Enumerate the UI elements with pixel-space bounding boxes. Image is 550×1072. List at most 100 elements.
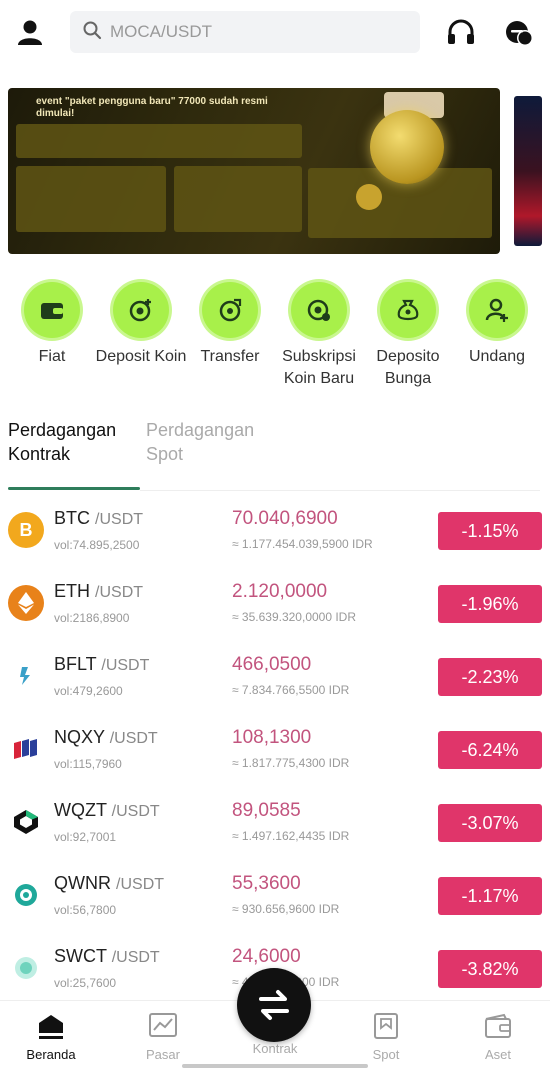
quick-action-label: Transfer [200, 348, 260, 365]
market-row-bflt[interactable]: BFLT /USDT vol:479,2600 466,0500 ≈ 7.834… [0, 648, 550, 720]
swap-icon [259, 990, 289, 1020]
banner-panel [16, 166, 166, 232]
nqxy-icon [8, 731, 44, 767]
transfer-icon [202, 282, 258, 338]
gold-coin-icon [370, 110, 444, 184]
market-row-nqxy[interactable]: NQXY /USDT vol:115,7960 108,1300 ≈ 1.817… [0, 721, 550, 793]
market-row-eth[interactable]: ETH /USDT vol:2186,8900 2.120,0000 ≈ 35.… [0, 575, 550, 647]
nav-label: Aset [484, 1047, 511, 1062]
headset-icon[interactable] [440, 12, 482, 54]
home-indicator [182, 1064, 368, 1068]
volume: vol:74.895,2500 [54, 538, 140, 552]
market-tabs: Perdagangan Kontrak Perdagangan Spot [8, 418, 538, 492]
home-icon [39, 1015, 63, 1039]
pair-name: SWCT /USDT [54, 946, 160, 966]
active-tab-indicator [8, 487, 140, 490]
nav-aset[interactable]: Aset [453, 1011, 543, 1062]
market-row-btc[interactable]: B BTC /USDT vol:74.895,2500 70.040,6900 … [0, 502, 550, 574]
change-badge[interactable]: -2.23% [438, 658, 542, 696]
coin-deposit-icon [113, 282, 169, 338]
last-price: 55,3600 [232, 873, 301, 894]
change-badge[interactable]: -1.15% [438, 512, 542, 550]
search-bar[interactable] [70, 11, 420, 53]
pair-name: NQXY /USDT [54, 727, 158, 747]
spot-icon [374, 1013, 398, 1039]
wallet-icon [24, 282, 80, 338]
quick-action-label: Deposito Bunga [376, 348, 440, 387]
idr-price: ≈ 930.656,9600 IDR [232, 902, 340, 916]
volume: vol:2186,8900 [54, 611, 130, 625]
volume: vol:92,7001 [54, 830, 117, 844]
banner-title: event "paket pengguna baru" 77000 sudah … [36, 96, 268, 119]
banner-panel [16, 124, 302, 158]
market-row-qwnr[interactable]: QWNR /USDT vol:56,7800 55,3600 ≈ 930.656… [0, 867, 550, 939]
idr-price: ≈ 35.639.320,0000 IDR [232, 610, 357, 624]
nav-label: Spot [372, 1047, 400, 1062]
last-price: 2.120,0000 [232, 581, 328, 602]
nav-beranda[interactable]: Beranda [6, 1011, 96, 1062]
wallet-icon [485, 1013, 511, 1038]
change-badge[interactable]: -3.82% [438, 950, 542, 988]
market-row-wqzt[interactable]: WQZT /USDT vol:92,7001 89,0585 ≈ 1.497.1… [0, 794, 550, 866]
next-banner-preview[interactable] [514, 96, 542, 246]
pair-name: BFLT /USDT [54, 654, 150, 674]
pair-name: ETH /USDT [54, 581, 144, 601]
nav-label: Beranda [26, 1047, 76, 1062]
quick-action-undang[interactable]: Undang [449, 282, 545, 368]
nav-label: Pasar [146, 1047, 180, 1062]
search-input[interactable] [110, 22, 390, 42]
swct-icon [8, 950, 44, 986]
tab-perdagangan-kontrak[interactable]: Perdagangan Kontrak [8, 418, 144, 466]
change-badge[interactable]: -1.17% [438, 877, 542, 915]
btc-icon: B [8, 512, 44, 548]
quick-action-deposito-bunga[interactable]: Deposito Bunga [360, 282, 456, 390]
pair-name: WQZT /USDT [54, 800, 160, 820]
quick-action-subskripsi[interactable]: Subskripsi Koin Baru [271, 282, 367, 390]
last-price: 24,6000 [232, 946, 301, 967]
coin-icon [356, 184, 382, 210]
last-price: 70.040,6900 [232, 508, 338, 529]
volume: vol:56,7800 [54, 903, 117, 917]
idr-price: ≈ 1.177.454.039,5900 IDR [232, 537, 373, 551]
eth-icon [8, 585, 44, 621]
quick-action-transfer[interactable]: Transfer [182, 282, 278, 368]
change-badge[interactable]: -1.96% [438, 585, 542, 623]
last-price: 108,1300 [232, 727, 312, 748]
pair-name: QWNR /USDT [54, 873, 165, 893]
money-bag-icon [380, 282, 436, 338]
tab-perdagangan-spot[interactable]: Perdagangan Spot [146, 418, 282, 466]
nav-label: Kontrak [252, 1041, 298, 1056]
volume: vol:479,2600 [54, 684, 123, 698]
quick-action-fiat[interactable]: Fiat [4, 282, 100, 368]
search-icon [82, 20, 102, 45]
quick-action-deposit-koin[interactable]: Deposit Koin [93, 282, 189, 368]
market-chart-icon [149, 1013, 177, 1037]
nav-spot[interactable]: Spot [341, 1011, 431, 1062]
banner-panel [174, 166, 302, 232]
qwnr-icon [8, 877, 44, 913]
nav-pasar[interactable]: Pasar [118, 1011, 208, 1062]
volume: vol:115,7960 [54, 757, 122, 771]
quick-action-label: Subskripsi Koin Baru [282, 348, 356, 387]
message-icon[interactable] [498, 12, 540, 54]
wqzt-icon [8, 804, 44, 840]
pair-name: BTC /USDT [54, 508, 144, 528]
quick-actions: Fiat Deposit Koin Transfer Subskripsi Ko… [0, 282, 550, 402]
promo-banner[interactable]: event "paket pengguna baru" 77000 sudah … [8, 88, 500, 254]
volume: vol:25,7600 [54, 976, 117, 990]
swap-button[interactable] [237, 968, 311, 1042]
top-bar [0, 0, 550, 62]
last-price: 89,0585 [232, 800, 301, 821]
idr-price: ≈ 7.834.766,5500 IDR [232, 683, 350, 697]
quick-action-label: Deposit Koin [95, 348, 187, 365]
last-price: 466,0500 [232, 654, 312, 675]
quick-action-label: Undang [468, 348, 526, 365]
idr-price: ≈ 1.817.775,4300 IDR [232, 756, 350, 770]
change-badge[interactable]: -6.24% [438, 731, 542, 769]
subscribe-icon [291, 282, 347, 338]
change-badge[interactable]: -3.07% [438, 804, 542, 842]
quick-action-label: Fiat [38, 348, 66, 365]
invite-user-icon [469, 282, 525, 338]
bflt-icon [8, 658, 44, 694]
profile-icon[interactable] [10, 12, 50, 52]
